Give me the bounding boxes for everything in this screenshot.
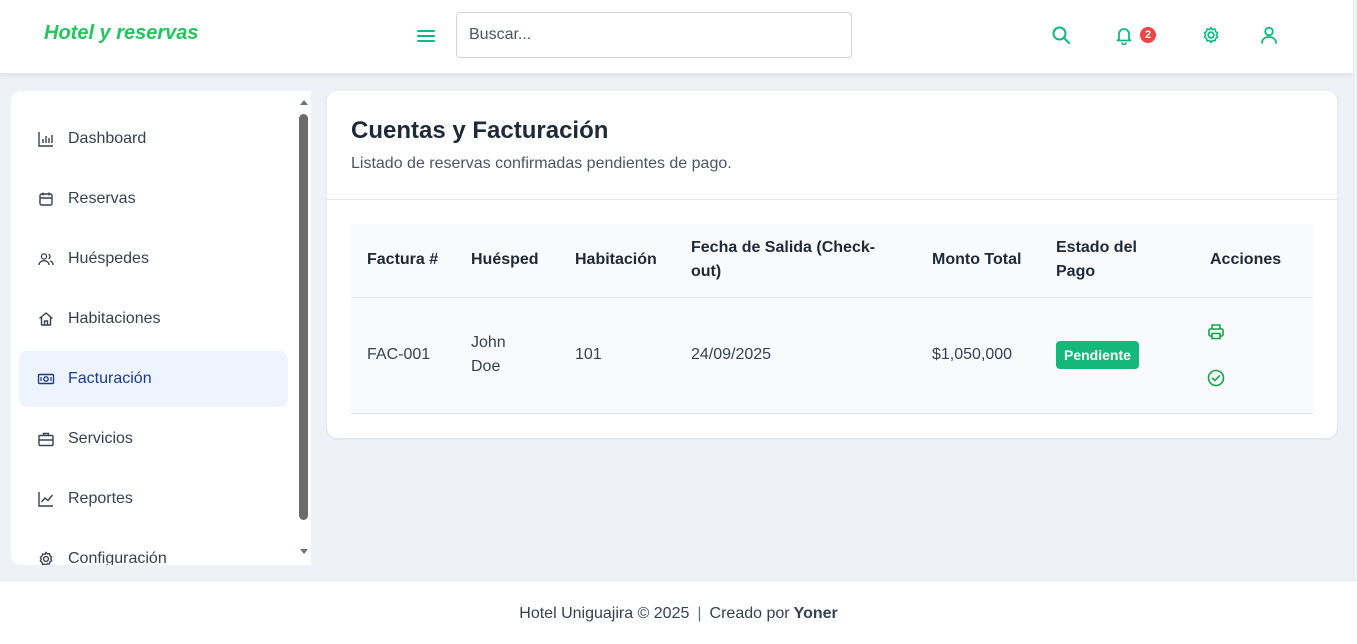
sidebar-item-label: Dashboard xyxy=(68,130,147,147)
guest-name: John Doe xyxy=(455,297,559,414)
billing-table: Factura # Huésped Habitación Fecha de Sa… xyxy=(351,224,1313,414)
column-header-factura: Factura # xyxy=(351,224,455,298)
brand-logo[interactable]: Hotel y reservas xyxy=(44,22,199,45)
search-icon[interactable] xyxy=(1051,25,1071,45)
scrollbar-thumb[interactable] xyxy=(299,114,308,520)
sidebar-item-label: Huéspedes xyxy=(68,250,149,267)
chart-bar-icon xyxy=(38,132,53,147)
room-number: 101 xyxy=(559,297,675,414)
billing-card: Cuentas y Facturación Listado de reserva… xyxy=(327,91,1337,438)
footer: Hotel Uniguajira © 2025 | Creado por Yoner xyxy=(0,580,1357,644)
column-header-estado: Estado del Pago xyxy=(1040,224,1194,298)
footer-created-by: Creado por xyxy=(709,605,790,622)
page-subtitle: Listado de reservas confirmadas pendient… xyxy=(351,155,732,172)
divider xyxy=(327,199,1337,200)
column-header-fecha-salida: Fecha de Salida (Check-out) xyxy=(675,224,916,298)
bill-icon xyxy=(37,373,55,385)
table-header-row: Factura # Huésped Habitación Fecha de Sa… xyxy=(351,224,1313,298)
printer-icon[interactable] xyxy=(1206,322,1226,342)
sidebar-item-label: Configuración xyxy=(68,550,167,565)
column-header-monto: Monto Total xyxy=(916,224,1040,298)
sidebar: Dashboard Reservas Huéspedes Habitacione… xyxy=(11,91,311,565)
actions-cell xyxy=(1194,297,1313,414)
guest-name-text: John Doe xyxy=(471,334,506,375)
sidebar-item-label: Reservas xyxy=(68,190,136,207)
sidebar-item-label: Servicios xyxy=(68,430,133,447)
menu-icon[interactable] xyxy=(415,25,437,47)
table-row: FAC-001 John Doe 101 24/09/2025 $1,050,0… xyxy=(351,297,1313,414)
sidebar-item-reservas[interactable]: Reservas xyxy=(19,171,288,227)
notification-count-badge: 2 xyxy=(1140,27,1156,43)
status-badge: Pendiente xyxy=(1056,341,1139,369)
home-icon xyxy=(39,312,53,326)
sidebar-item-habitaciones[interactable]: Habitaciones xyxy=(19,291,288,347)
calendar-icon xyxy=(39,192,53,206)
sidebar-scrollbar[interactable] xyxy=(297,91,311,565)
sidebar-item-facturacion[interactable]: Facturación xyxy=(19,351,288,407)
gear-icon xyxy=(39,551,53,565)
payment-status-cell: Pendiente xyxy=(1040,297,1194,414)
sidebar-item-label: Facturación xyxy=(68,370,152,387)
scroll-up-arrow[interactable] xyxy=(300,100,308,105)
users-icon xyxy=(38,253,54,266)
checkout-date: 24/09/2025 xyxy=(675,297,916,414)
footer-separator: | xyxy=(697,605,702,622)
sidebar-item-label: Habitaciones xyxy=(68,310,161,327)
user-icon[interactable] xyxy=(1259,25,1279,45)
total-amount: $1,050,000 xyxy=(916,297,1040,414)
check-circle-icon[interactable] xyxy=(1206,368,1226,388)
bell-icon[interactable] xyxy=(1114,25,1134,45)
sidebar-item-configuracion[interactable]: Configuración xyxy=(19,531,288,565)
footer-copyright: Hotel Uniguajira © 2025 xyxy=(519,605,690,622)
sidebar-item-huespedes[interactable]: Huéspedes xyxy=(19,231,288,287)
sidebar-item-reportes[interactable]: Reportes xyxy=(19,471,288,527)
search-input[interactable] xyxy=(456,12,852,58)
top-bar: Hotel y reservas 2 xyxy=(0,0,1353,74)
invoice-number: FAC-001 xyxy=(351,297,455,414)
column-header-huesped: Huésped xyxy=(455,224,559,298)
gear-icon[interactable] xyxy=(1201,25,1221,45)
sidebar-item-dashboard[interactable]: Dashboard xyxy=(19,111,288,167)
scroll-down-arrow[interactable] xyxy=(300,549,308,554)
column-header-habitacion: Habitación xyxy=(559,224,675,298)
window-edge xyxy=(1353,0,1357,580)
column-header-acciones: Acciones xyxy=(1194,224,1313,298)
line-chart-icon xyxy=(38,492,54,507)
page-title: Cuentas y Facturación xyxy=(351,117,609,144)
sidebar-item-servicios[interactable]: Servicios xyxy=(19,411,288,467)
sidebar-item-label: Reportes xyxy=(68,490,133,507)
briefcase-icon xyxy=(38,432,54,447)
footer-author: Yoner xyxy=(793,605,838,622)
